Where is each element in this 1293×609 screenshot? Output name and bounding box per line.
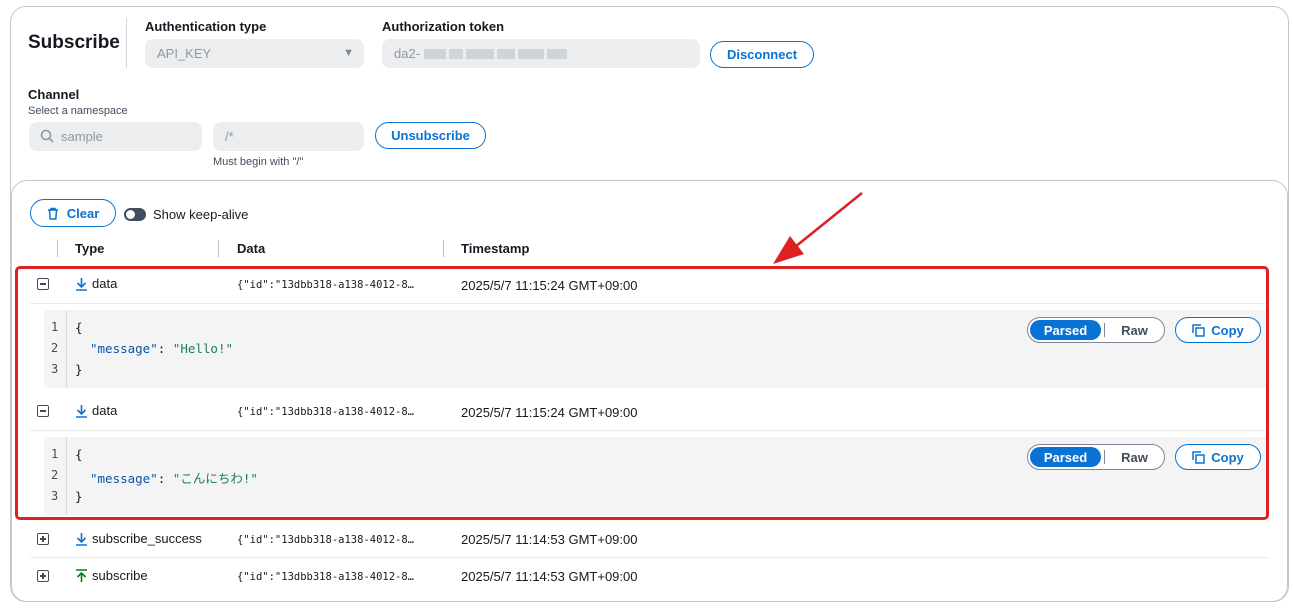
annotation-arrow-icon xyxy=(773,192,863,264)
